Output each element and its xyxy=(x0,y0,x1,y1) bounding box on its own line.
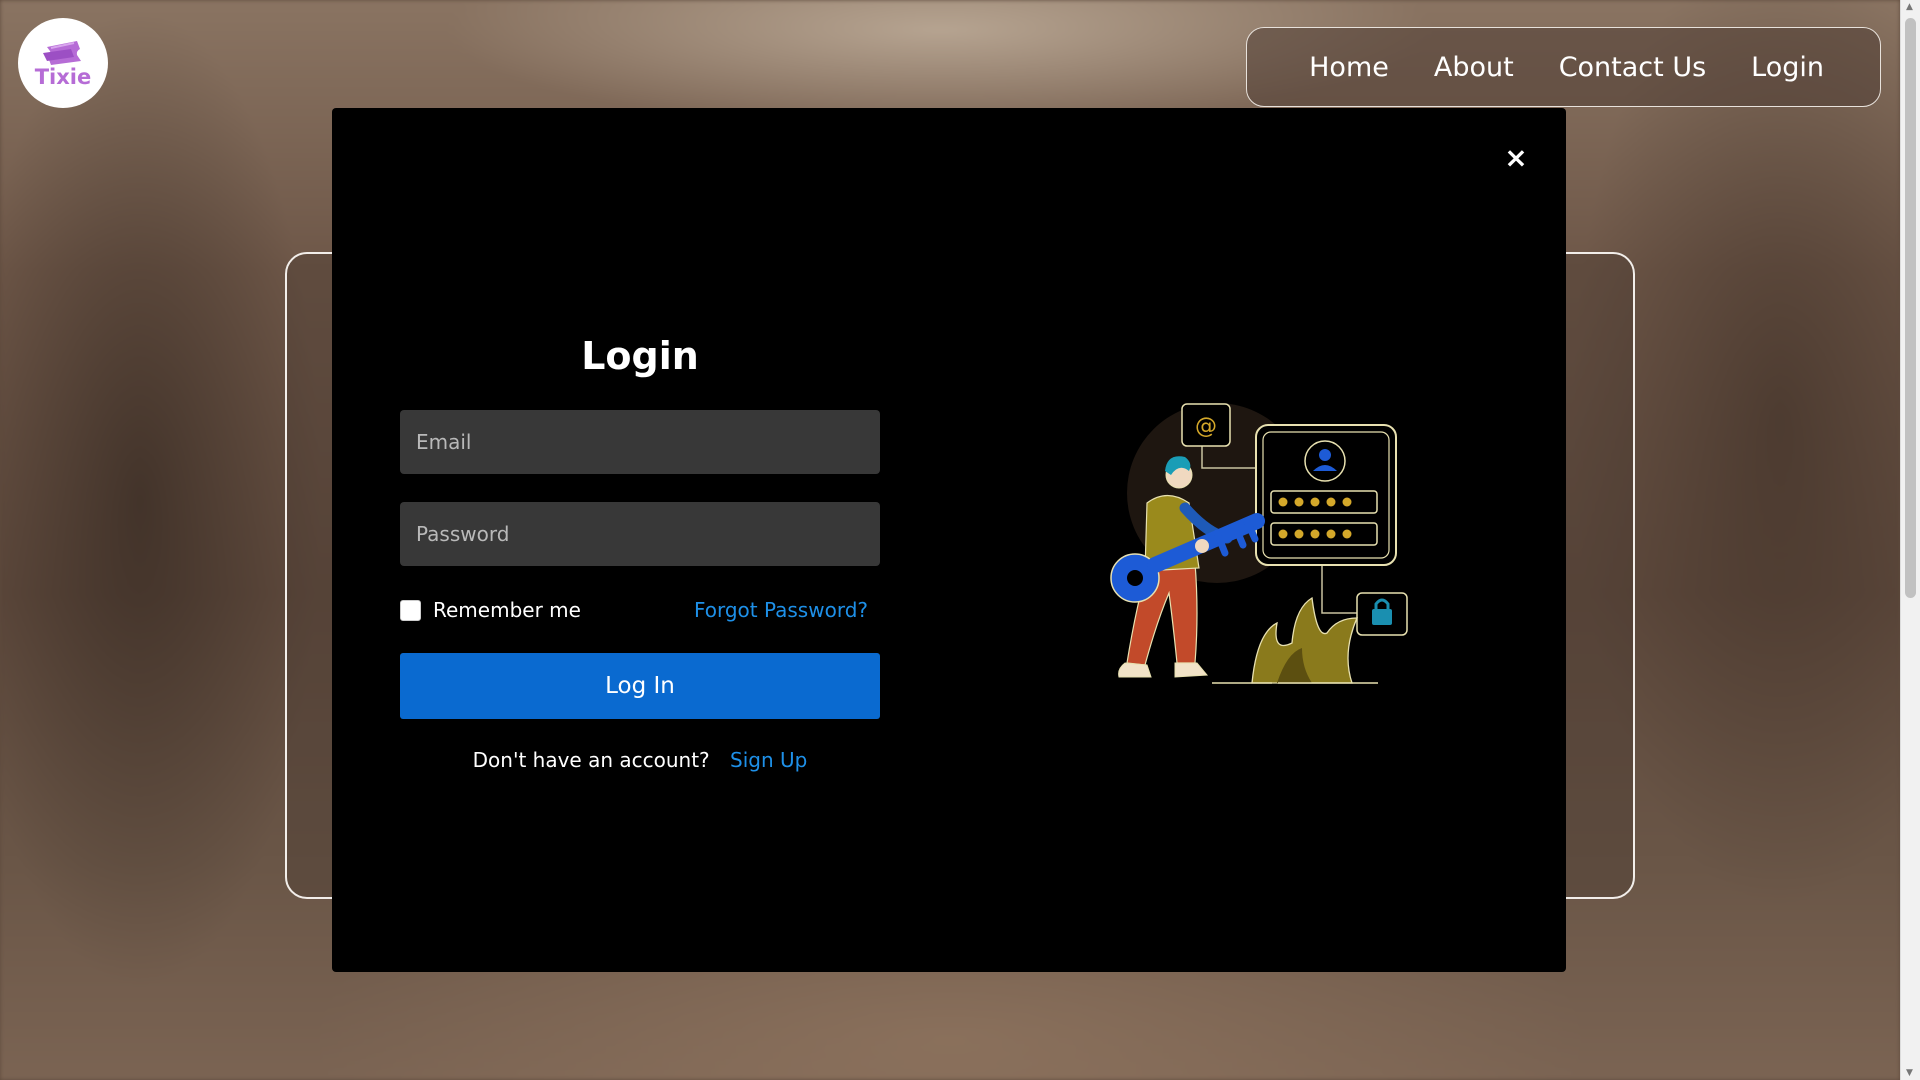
forgot-password-link[interactable]: Forgot Password? xyxy=(694,598,868,622)
login-title: Login xyxy=(581,334,699,378)
page-scrollbar[interactable]: ▲ ▼ xyxy=(1900,0,1920,1080)
login-illustration-icon: @ xyxy=(1110,403,1408,684)
top-navbar: Home About Contact Us Login xyxy=(1246,27,1881,107)
remember-row: Remember me Forgot Password? xyxy=(400,595,880,625)
scroll-up-icon[interactable]: ▲ xyxy=(1906,2,1913,12)
password-input[interactable] xyxy=(400,502,880,566)
scroll-thumb[interactable] xyxy=(1905,18,1916,598)
scroll-down-icon[interactable]: ▼ xyxy=(1906,1068,1913,1078)
log-in-button[interactable]: Log In xyxy=(400,653,880,719)
email-input[interactable] xyxy=(400,410,880,474)
nav-contact-link[interactable]: Contact Us xyxy=(1559,52,1706,83)
login-modal: × Login Remember me Forgot Password? Log… xyxy=(332,108,1566,972)
logo[interactable]: Tixie xyxy=(18,18,108,108)
nav-about-link[interactable]: About xyxy=(1434,52,1514,83)
nav-home-link[interactable]: Home xyxy=(1309,52,1389,83)
remember-me-label[interactable]: Remember me xyxy=(433,598,581,622)
nav-login-link[interactable]: Login xyxy=(1751,52,1824,83)
logo-text: Tixie xyxy=(34,64,92,89)
ticket-icon xyxy=(43,40,81,65)
svg-text:@: @ xyxy=(1195,414,1217,439)
remember-me-checkbox[interactable] xyxy=(400,599,421,621)
sign-up-link[interactable]: Sign Up xyxy=(730,748,807,772)
signup-prompt: Don't have an account? xyxy=(472,748,710,772)
signup-row: Don't have an account? Sign Up xyxy=(400,748,880,772)
close-button[interactable]: × xyxy=(1500,142,1532,174)
